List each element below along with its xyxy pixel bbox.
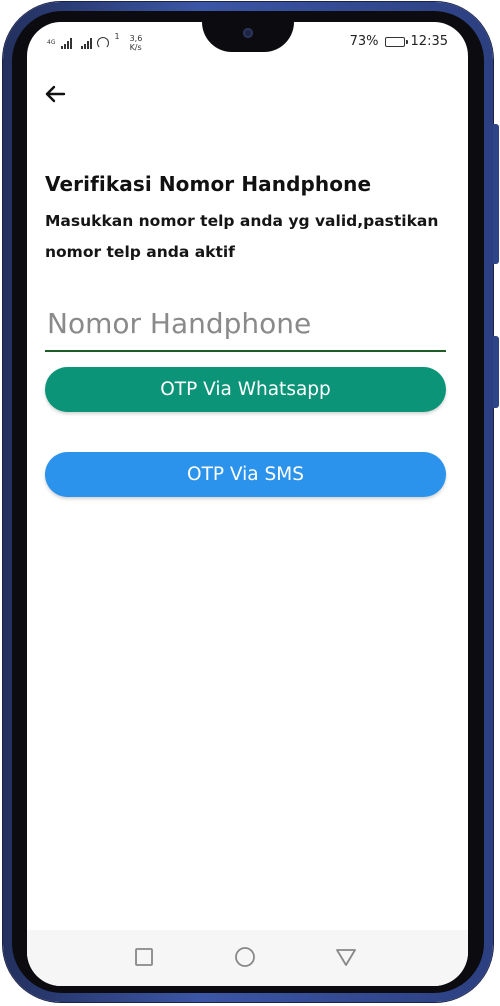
- clock: 12:35: [410, 34, 448, 49]
- otp-sms-button[interactable]: OTP Via SMS: [45, 452, 446, 497]
- system-nav-bar: [27, 930, 468, 986]
- speed-value: 3,6: [129, 34, 143, 43]
- arrow-left-icon: [45, 85, 66, 103]
- hotspot-icon: [97, 37, 110, 49]
- square-icon: [135, 948, 153, 966]
- back-button[interactable]: [41, 80, 69, 108]
- network-speed: 3,6 K/s: [130, 34, 143, 52]
- camera-notch: [201, 22, 294, 52]
- triangle-icon: [336, 949, 356, 966]
- status-left: 4G 1 3,6 K/s: [47, 32, 143, 53]
- front-camera: [242, 28, 253, 38]
- page-subtitle: Masukkan nomor telp anda yg valid,pastik…: [45, 212, 439, 261]
- battery-icon: [384, 36, 408, 47]
- system-back-button[interactable]: [335, 946, 357, 968]
- speed-unit: K/s: [129, 43, 142, 52]
- page-title: Verifikasi Nomor Handphone: [45, 172, 372, 196]
- signal-icon: [81, 37, 93, 49]
- home-button[interactable]: [234, 946, 256, 968]
- sim1-network-label: 4G: [47, 39, 56, 46]
- circle-icon: [235, 947, 255, 967]
- signal-icon: [61, 37, 73, 49]
- status-right: 73% 12:35: [350, 34, 448, 49]
- volume-button: [493, 124, 499, 264]
- app-screen: 4G 1 3,6 K/s 73% 12:35 Verifikasi Nomor …: [27, 22, 468, 986]
- recent-apps-button[interactable]: [133, 946, 155, 968]
- otp-whatsapp-button[interactable]: OTP Via Whatsapp: [45, 367, 446, 412]
- phone-number-input[interactable]: [45, 296, 446, 352]
- hotspot-badge: 1: [114, 32, 120, 41]
- power-button: [493, 336, 499, 408]
- battery-percent: 73%: [349, 34, 379, 49]
